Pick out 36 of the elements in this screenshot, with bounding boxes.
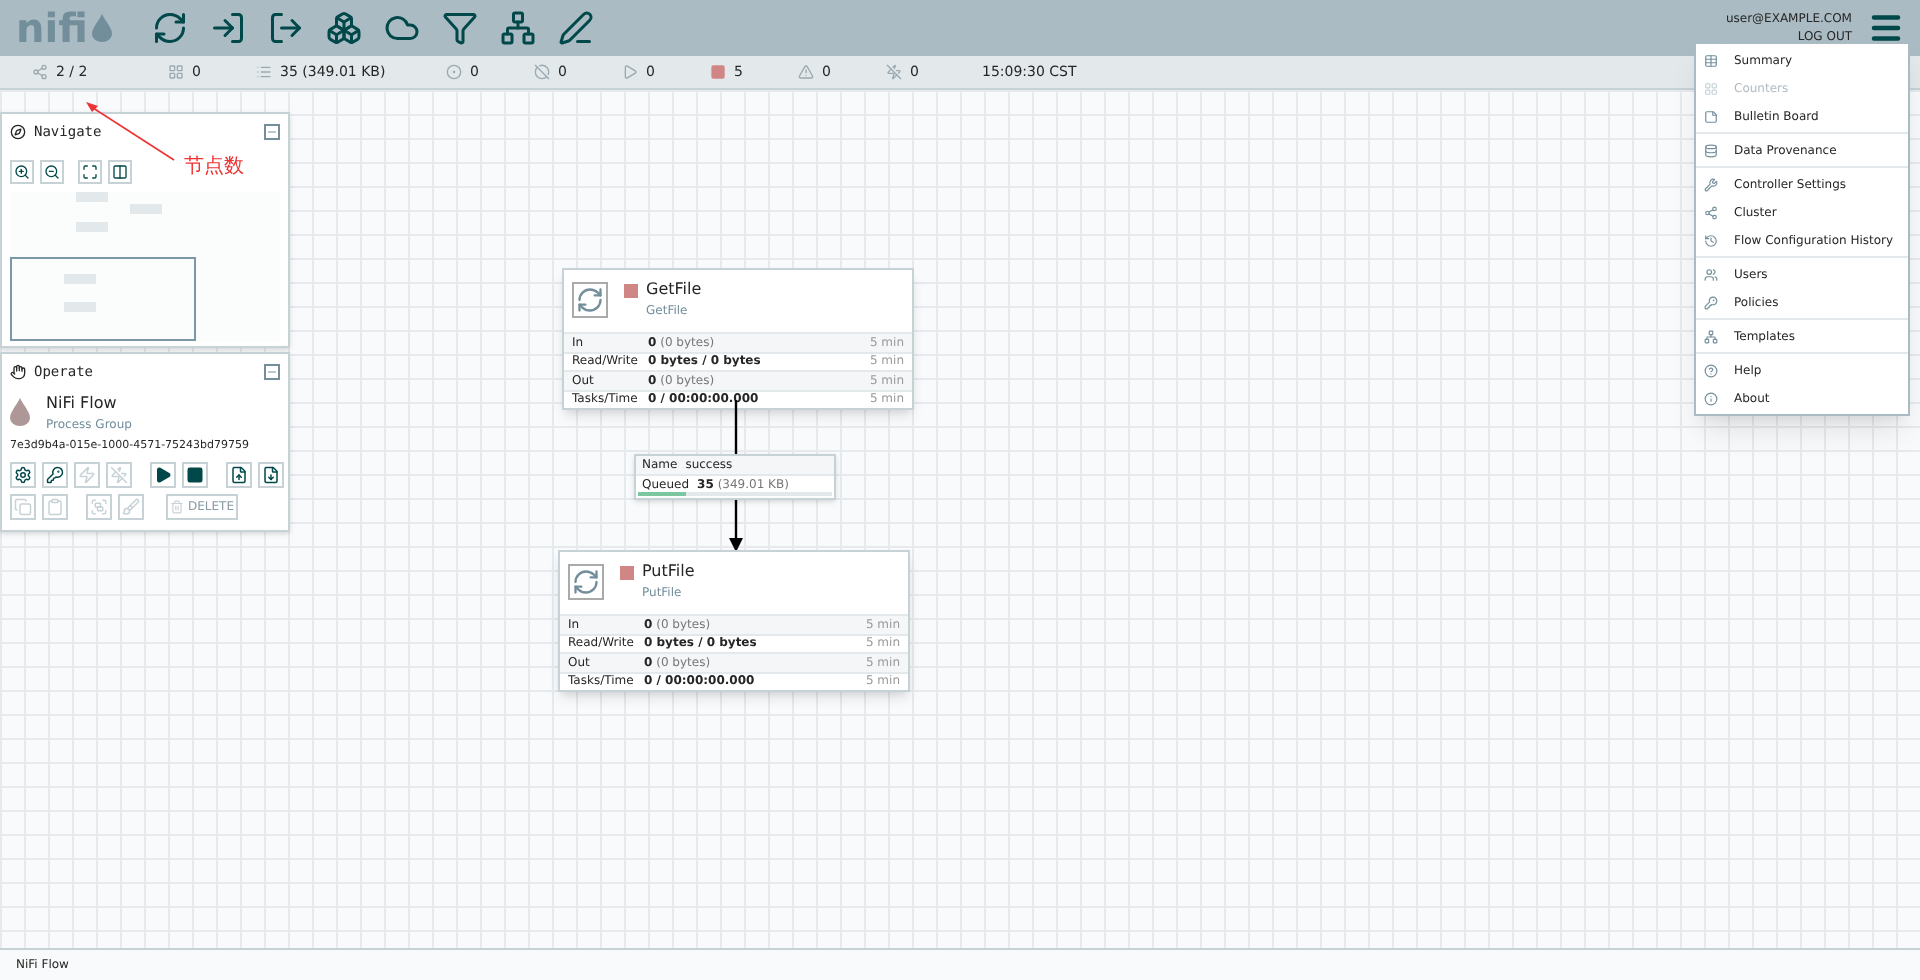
list-icon xyxy=(256,64,272,80)
crossed-circle-icon xyxy=(534,64,550,80)
square-icon xyxy=(710,64,726,80)
zoom-out-icon[interactable] xyxy=(40,159,64,183)
circle-icon xyxy=(446,64,462,80)
compass-icon xyxy=(10,124,26,141)
help-icon xyxy=(1704,363,1718,377)
start-button[interactable] xyxy=(150,461,176,488)
configure-button[interactable] xyxy=(10,461,36,488)
processor-name: GetFile xyxy=(646,278,702,302)
menu-icon[interactable] xyxy=(1868,10,1904,46)
funnel-icon[interactable] xyxy=(441,10,478,46)
grid-icon xyxy=(168,64,184,80)
fit-icon[interactable] xyxy=(78,159,102,183)
history-icon xyxy=(1704,233,1718,247)
users-icon xyxy=(1704,267,1718,281)
processor-name: PutFile xyxy=(642,560,695,584)
zap-off-icon xyxy=(886,64,902,80)
collapse-icon[interactable] xyxy=(264,364,280,381)
template-create-button[interactable] xyxy=(226,461,252,488)
access-button[interactable] xyxy=(42,461,68,488)
annotation-text: 节点数 xyxy=(184,153,244,182)
warning-icon xyxy=(798,64,814,80)
actual-size-icon[interactable] xyxy=(108,159,132,183)
collapse-icon[interactable] xyxy=(264,124,280,141)
zoom-in-icon[interactable] xyxy=(10,159,34,183)
logo-text: nifi xyxy=(16,8,88,48)
group-name: NiFi Flow xyxy=(46,391,119,415)
cluster-icon xyxy=(1704,205,1718,219)
stop-button[interactable] xyxy=(182,461,208,488)
drop-icon xyxy=(10,398,30,426)
hand-icon xyxy=(10,364,26,381)
drop-icon xyxy=(91,14,112,42)
play-icon xyxy=(622,64,638,80)
cluster-icon xyxy=(32,64,48,80)
template-upload-button[interactable] xyxy=(258,461,284,488)
